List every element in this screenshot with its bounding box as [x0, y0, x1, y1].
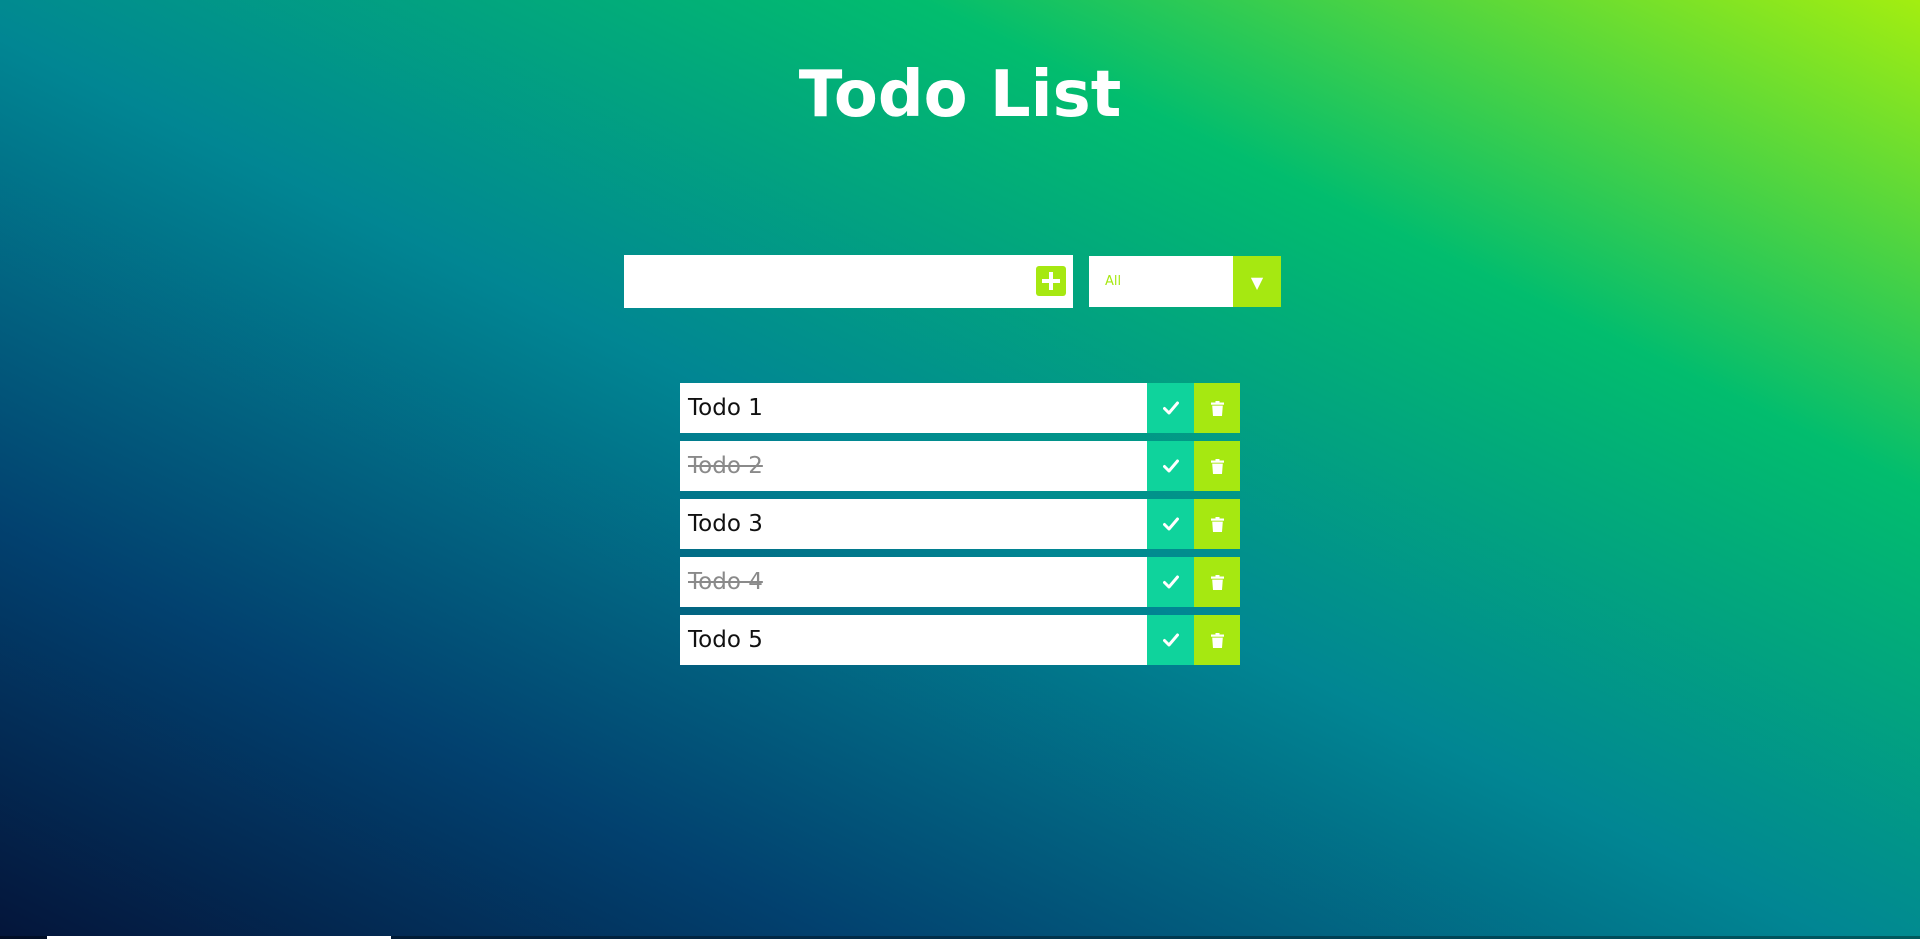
- trash-icon: [1210, 632, 1224, 648]
- todo-item: Todo 2: [680, 441, 1240, 491]
- todo-list: Todo 1 Todo 2 Todo 3 Todo 4 Todo 5: [680, 383, 1240, 673]
- todo-item: Todo 5: [680, 615, 1240, 665]
- delete-button[interactable]: [1194, 615, 1240, 665]
- check-icon: [1162, 575, 1179, 589]
- caret-down-icon[interactable]: ▼: [1233, 256, 1281, 307]
- todo-text: Todo 2: [688, 453, 763, 479]
- trash-icon: [1210, 458, 1224, 474]
- page-title: Todo List: [798, 58, 1122, 132]
- complete-button[interactable]: [1147, 499, 1194, 549]
- todo-input-container: [624, 255, 1073, 308]
- complete-button[interactable]: [1147, 557, 1194, 607]
- complete-button[interactable]: [1147, 615, 1194, 665]
- delete-button[interactable]: [1194, 499, 1240, 549]
- todo-item: Todo 3: [680, 499, 1240, 549]
- add-todo-button[interactable]: [1036, 266, 1066, 296]
- filter-select[interactable]: All ▼: [1089, 256, 1281, 307]
- todo-item: Todo 4: [680, 557, 1240, 607]
- todo-text: Todo 4: [688, 569, 763, 595]
- trash-icon: [1210, 516, 1224, 532]
- check-icon: [1162, 459, 1179, 473]
- trash-icon: [1210, 400, 1224, 416]
- todo-item: Todo 1: [680, 383, 1240, 433]
- check-icon: [1162, 401, 1179, 415]
- plus-icon: [1042, 272, 1060, 290]
- todo-text: Todo 5: [688, 627, 763, 653]
- filter-selected-value: All: [1105, 274, 1122, 289]
- delete-button[interactable]: [1194, 557, 1240, 607]
- complete-button[interactable]: [1147, 383, 1194, 433]
- trash-icon: [1210, 574, 1224, 590]
- delete-button[interactable]: [1194, 383, 1240, 433]
- todo-input[interactable]: [624, 255, 1014, 308]
- todo-text: Todo 3: [688, 511, 763, 537]
- delete-button[interactable]: [1194, 441, 1240, 491]
- complete-button[interactable]: [1147, 441, 1194, 491]
- check-icon: [1162, 517, 1179, 531]
- todo-text: Todo 1: [688, 395, 763, 421]
- check-icon: [1162, 633, 1179, 647]
